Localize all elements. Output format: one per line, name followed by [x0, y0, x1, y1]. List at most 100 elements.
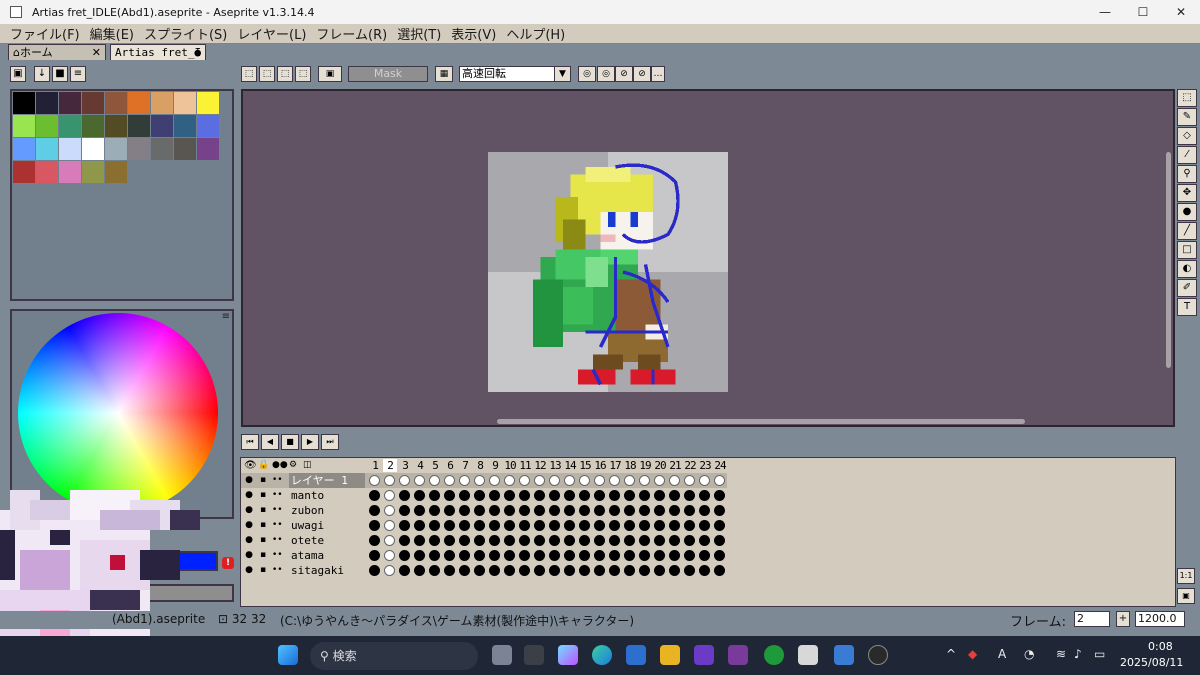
- cel[interactable]: [489, 550, 500, 561]
- frame-number[interactable]: 5: [428, 459, 442, 472]
- cel[interactable]: [459, 505, 470, 516]
- cel[interactable]: [639, 475, 650, 486]
- cel[interactable]: [519, 550, 530, 561]
- cel[interactable]: [609, 475, 620, 486]
- frame-number[interactable]: 3: [398, 459, 412, 472]
- palette-swatch[interactable]: [105, 115, 127, 137]
- frame-number[interactable]: 23: [698, 459, 712, 472]
- last-frame-icon[interactable]: ⏭: [321, 434, 339, 450]
- frame-number[interactable]: 12: [533, 459, 547, 472]
- menu-file[interactable]: ファイル(F): [10, 24, 80, 43]
- cel[interactable]: [594, 505, 605, 516]
- frame-number[interactable]: 17: [608, 459, 622, 472]
- visibility-eye-icon[interactable]: ●: [244, 475, 254, 485]
- palette-swatch[interactable]: [105, 138, 127, 160]
- xbox-icon[interactable]: [764, 645, 784, 665]
- palette-swatch[interactable]: [13, 92, 35, 114]
- frame-number[interactable]: 2: [383, 459, 397, 472]
- cel[interactable]: [489, 565, 500, 576]
- cel[interactable]: [714, 475, 725, 486]
- lock-header-icon[interactable]: 🔒: [258, 460, 269, 470]
- cel[interactable]: [369, 505, 380, 516]
- continuous-icon[interactable]: ••: [272, 475, 283, 485]
- cel[interactable]: [579, 535, 590, 546]
- cel[interactable]: [564, 475, 575, 486]
- cel[interactable]: [369, 520, 380, 531]
- layer-row[interactable]: ● ▪ •• レイヤー 1: [241, 473, 727, 488]
- cel[interactable]: [669, 475, 680, 486]
- visual-studio-icon[interactable]: [694, 645, 714, 665]
- cel[interactable]: [459, 550, 470, 561]
- continuous-header-icon[interactable]: ●●: [272, 460, 288, 470]
- frame-number[interactable]: 4: [413, 459, 427, 472]
- cel[interactable]: [624, 475, 635, 486]
- cel[interactable]: [654, 475, 665, 486]
- cel[interactable]: [489, 520, 500, 531]
- cel[interactable]: [639, 550, 650, 561]
- cel[interactable]: [639, 490, 650, 501]
- palette-swatch[interactable]: [128, 92, 150, 114]
- copilot-icon[interactable]: [558, 645, 578, 665]
- palette-swatch[interactable]: [36, 115, 58, 137]
- frame-number[interactable]: 1: [368, 459, 382, 472]
- palette-swatch[interactable]: [151, 92, 173, 114]
- cel[interactable]: [474, 475, 485, 486]
- visibility-eye-icon[interactable]: ●: [244, 565, 254, 575]
- cel[interactable]: [444, 520, 455, 531]
- cel[interactable]: [609, 490, 620, 501]
- cel[interactable]: [399, 550, 410, 561]
- cel[interactable]: [684, 535, 695, 546]
- layer-row[interactable]: ● ▪ •• otete: [241, 533, 727, 548]
- xppen-icon[interactable]: [524, 645, 544, 665]
- cel[interactable]: [714, 565, 725, 576]
- layer-name[interactable]: atama: [289, 548, 365, 563]
- cel[interactable]: [714, 535, 725, 546]
- cel[interactable]: [474, 520, 485, 531]
- cel[interactable]: [714, 550, 725, 561]
- frame-number[interactable]: 16: [593, 459, 607, 472]
- mask-color-button[interactable]: Mask: [348, 66, 428, 82]
- cel[interactable]: [699, 475, 710, 486]
- layer-row[interactable]: ● ▪ •• manto: [241, 488, 727, 503]
- cel[interactable]: [609, 505, 620, 516]
- cel[interactable]: [609, 535, 620, 546]
- lock-icon[interactable]: ▪: [258, 550, 268, 560]
- cel[interactable]: [564, 550, 575, 561]
- cel[interactable]: [549, 520, 560, 531]
- cel[interactable]: [399, 535, 410, 546]
- zoom-input[interactable]: 1200.0: [1135, 611, 1185, 627]
- cel[interactable]: [444, 505, 455, 516]
- palette-swatch[interactable]: [82, 161, 104, 183]
- continuous-icon[interactable]: ••: [272, 520, 283, 530]
- cel[interactable]: [519, 490, 530, 501]
- cel[interactable]: [534, 565, 545, 576]
- cel[interactable]: [399, 475, 410, 486]
- frame-number[interactable]: 22: [683, 459, 697, 472]
- frame-number[interactable]: 6: [443, 459, 457, 472]
- cel[interactable]: [594, 565, 605, 576]
- cel[interactable]: [429, 550, 440, 561]
- cel[interactable]: [489, 475, 500, 486]
- cel[interactable]: [534, 550, 545, 561]
- layer-row[interactable]: ● ▪ •• atama: [241, 548, 727, 563]
- frame-number[interactable]: 15: [578, 459, 592, 472]
- cel[interactable]: [384, 475, 395, 486]
- palette-swatch[interactable]: [36, 92, 58, 114]
- app-icon-purple[interactable]: [728, 645, 748, 665]
- continuous-icon[interactable]: ••: [272, 550, 283, 560]
- layer-name[interactable]: zubon: [289, 503, 365, 518]
- sort-down-icon[interactable]: ↓: [34, 66, 50, 82]
- chevron-up-icon[interactable]: ^: [946, 647, 956, 661]
- cel[interactable]: [579, 505, 590, 516]
- sprite-canvas[interactable]: [488, 152, 728, 392]
- cel[interactable]: [654, 505, 665, 516]
- cel[interactable]: [669, 565, 680, 576]
- cel[interactable]: [714, 505, 725, 516]
- cel[interactable]: [549, 505, 560, 516]
- battery-icon[interactable]: ▭: [1094, 647, 1105, 661]
- frame-number[interactable]: 18: [623, 459, 637, 472]
- visibility-eye-icon[interactable]: ●: [244, 505, 254, 515]
- palette-swatch[interactable]: [13, 115, 35, 137]
- palette-swatch[interactable]: [197, 138, 219, 160]
- cel[interactable]: [504, 520, 515, 531]
